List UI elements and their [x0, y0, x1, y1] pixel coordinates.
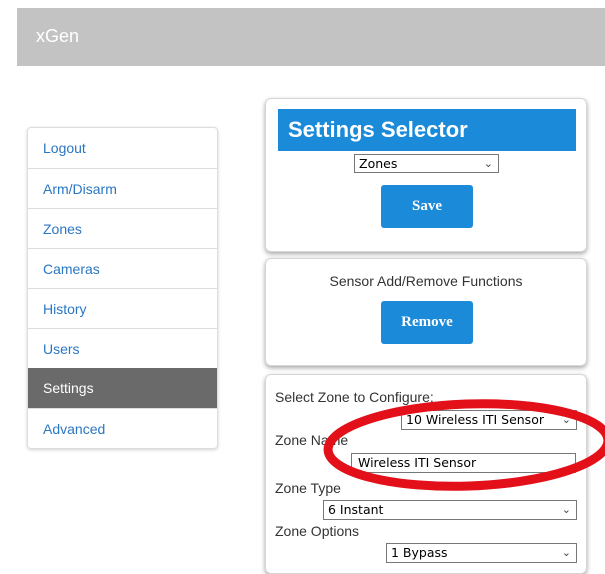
chevron-down-icon: ⌄	[561, 503, 571, 516]
zone-options-select[interactable]: 1 Bypass ⌄	[386, 543, 577, 563]
sidebar-item-history[interactable]: History	[28, 288, 217, 328]
zone-select[interactable]: 10 Wireless ITI Sensor ⌄	[401, 410, 577, 430]
select-zone-label: Select Zone to Configure:	[275, 389, 434, 405]
save-button[interactable]: Save	[381, 185, 473, 228]
sensor-functions-title: Sensor Add/Remove Functions	[329, 273, 523, 289]
zone-type-value: 6 Instant	[328, 502, 384, 517]
sidebar-item-zones[interactable]: Zones	[28, 208, 217, 248]
zone-config-card: Select Zone to Configure: 10 Wireless IT…	[265, 374, 587, 574]
chevron-down-icon: ⌄	[561, 546, 571, 559]
chevron-down-icon: ⌄	[483, 157, 493, 170]
settings-selector-title: Settings Selector	[278, 109, 576, 151]
settings-select-value: Zones	[359, 156, 398, 171]
chevron-down-icon: ⌄	[561, 413, 571, 426]
zone-name-label: Zone Name	[275, 432, 349, 448]
sensor-functions-card: Sensor Add/Remove Functions Remove	[265, 258, 587, 366]
zone-options-value: 1 Bypass	[391, 545, 448, 560]
sidebar-item-arm-disarm[interactable]: Arm/Disarm	[28, 168, 217, 208]
sidebar-item-settings[interactable]: Settings	[28, 368, 217, 408]
app-brand: xGen	[36, 26, 80, 46]
zone-type-label: Zone Type	[275, 480, 341, 496]
sidebar-item-advanced[interactable]: Advanced	[28, 408, 217, 448]
sidebar-item-users[interactable]: Users	[28, 328, 217, 368]
zone-type-select[interactable]: 6 Instant ⌄	[323, 500, 577, 520]
settings-selector-card: Settings Selector Zones ⌄ Save	[265, 98, 587, 252]
settings-select[interactable]: Zones ⌄	[354, 154, 499, 173]
top-bar: xGen	[17, 8, 605, 66]
remove-button[interactable]: Remove	[381, 301, 473, 344]
zone-options-label: Zone Options	[275, 523, 360, 539]
zone-select-value: 10 Wireless ITI Sensor	[406, 412, 544, 427]
sidebar-nav: Logout Arm/Disarm Zones Cameras History …	[27, 127, 218, 449]
zone-name-input[interactable]: Wireless ITI Sensor	[351, 453, 576, 473]
sidebar-item-cameras[interactable]: Cameras	[28, 248, 217, 288]
sidebar-item-logout[interactable]: Logout	[28, 128, 217, 168]
